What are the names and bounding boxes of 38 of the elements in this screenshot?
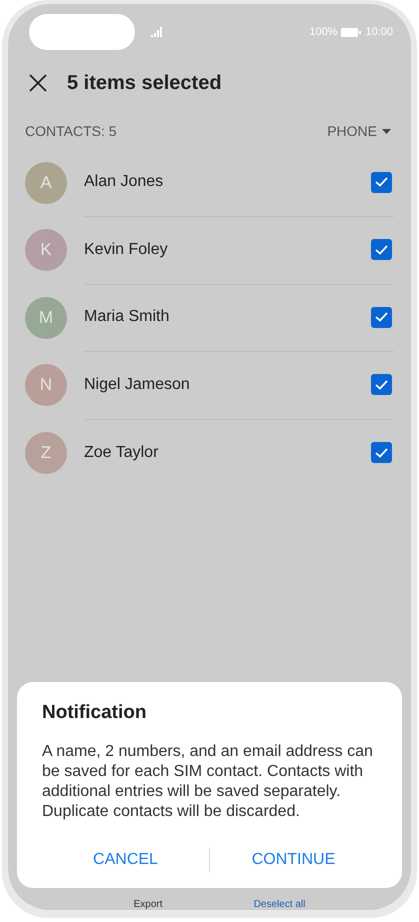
contact-row[interactable]: K Kevin Foley (8, 216, 411, 284)
dialog-message: A name, 2 numbers, and an email address can be saved for each SIM contact. Contacts with additional entries will be saved separately. Duplicate contacts will be discarded. (42, 742, 374, 822)
checkmark-icon (375, 244, 388, 255)
contact-name: Nigel Jameson (84, 376, 190, 394)
phone-filter-dropdown[interactable]: PHONE (327, 123, 391, 139)
checkbox[interactable] (371, 172, 392, 193)
contact-row[interactable]: M Maria Smith (8, 284, 411, 352)
checkbox[interactable] (371, 374, 392, 396)
selection-title: 5 items selected (67, 72, 222, 94)
checkmark-icon (375, 312, 388, 322)
contact-name: Kevin Foley (84, 240, 168, 259)
contact-name: Maria Smith (84, 308, 170, 326)
close-icon[interactable] (29, 74, 47, 92)
dialog-button[interactable]: CONTINUE (210, 843, 377, 877)
contact-avatar: N (25, 364, 67, 406)
contact-avatar: K (25, 229, 67, 272)
contact-row[interactable]: A Alan Jones (8, 149, 411, 216)
contact-row[interactable]: Z Zoe Taylor (8, 419, 411, 486)
caret-icon (382, 128, 391, 134)
battery-icon (341, 28, 362, 36)
dialog-button[interactable]: CANCEL (42, 843, 209, 877)
export-label[interactable]: Export (134, 899, 162, 910)
dialog-title: Notification (42, 702, 148, 724)
checkbox[interactable] (371, 442, 392, 464)
contact-avatar: A (25, 162, 67, 204)
checkmark-icon (375, 380, 388, 390)
checkbox[interactable] (371, 306, 392, 328)
contact-name: Alan Jones (84, 173, 164, 192)
checkmark-icon (375, 448, 388, 458)
contact-avatar: Z (25, 432, 67, 474)
contact-row[interactable]: N Nigel Jameson (8, 352, 411, 419)
contacts-count: CONTACTS: 5 (25, 123, 117, 139)
contact-avatar: M (25, 296, 67, 339)
contact-name: Zoe Taylor (84, 444, 158, 462)
checkbox[interactable] (371, 239, 392, 260)
checkmark-icon (375, 177, 388, 188)
deselect-link[interactable]: Deselect all (254, 899, 306, 910)
signal-icon (151, 27, 163, 37)
